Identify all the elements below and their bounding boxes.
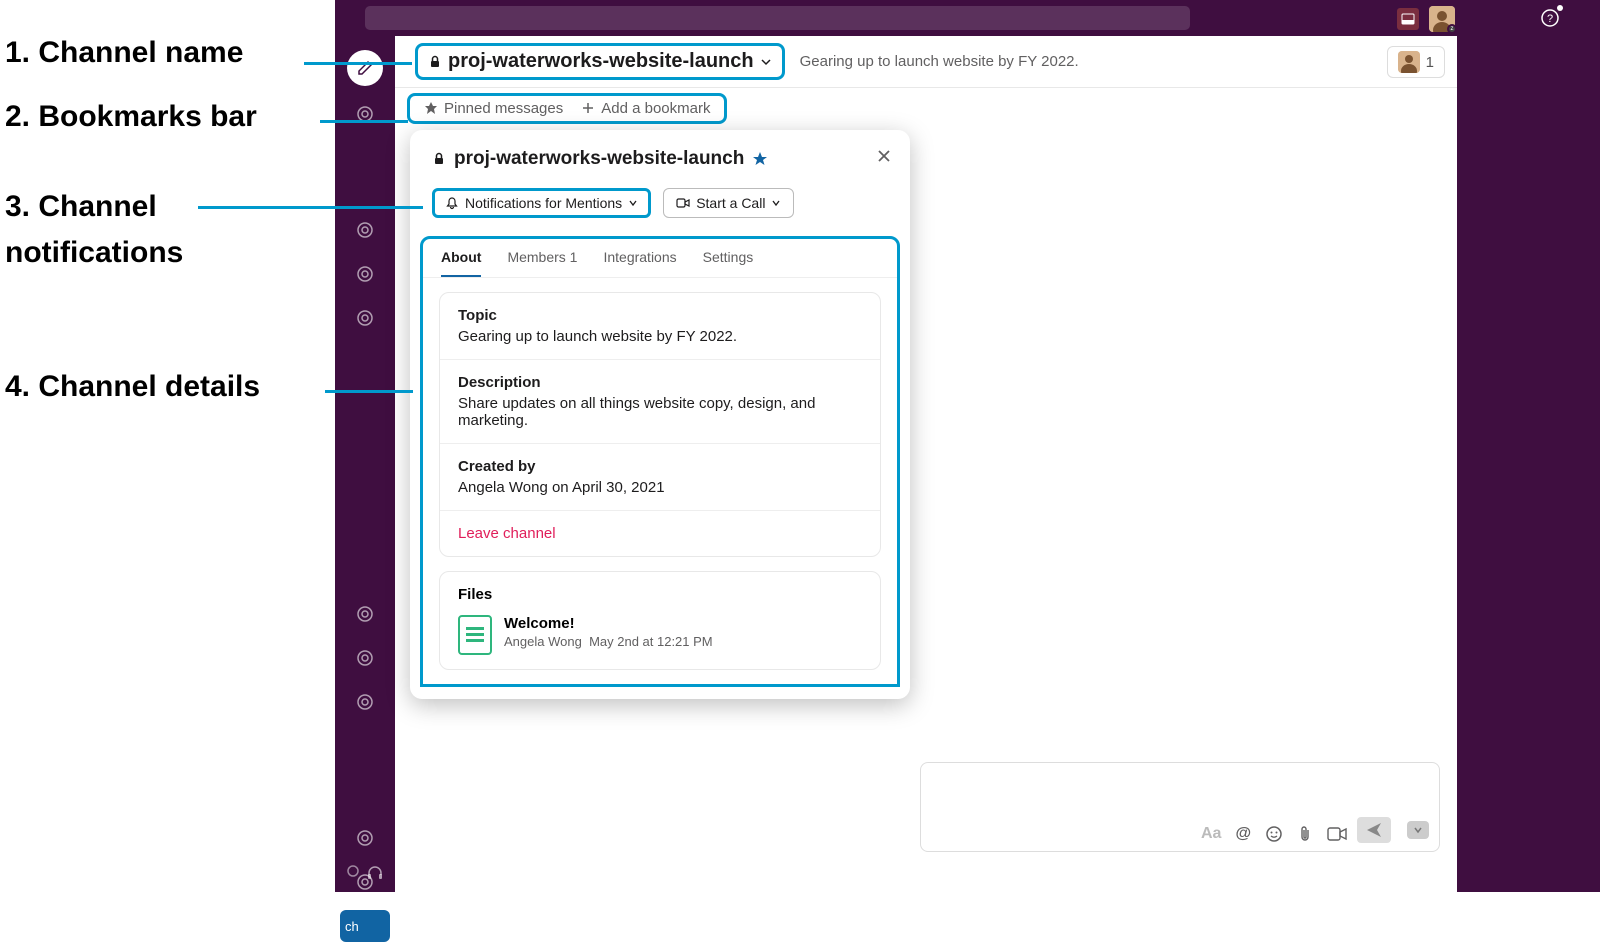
file-item[interactable]: Welcome! Angela Wong May 2nd at 12:21 PM [458, 615, 862, 655]
video-icon[interactable] [1327, 826, 1347, 842]
message-composer[interactable]: Aa @ [920, 762, 1440, 852]
emoji-icon[interactable] [1265, 825, 1283, 843]
lock-icon [428, 55, 442, 69]
bookmarks-highlight: Pinned messages Add a bookmark [407, 93, 727, 124]
member-avatar-icon [1398, 51, 1420, 73]
app-indicator-icon[interactable] [1397, 8, 1419, 30]
notifications-button[interactable]: Notifications for Mentions [432, 188, 651, 218]
tab-integrations[interactable]: Integrations [603, 249, 676, 277]
svg-text:?: ? [1547, 13, 1553, 25]
presence-dot-icon [346, 864, 360, 882]
channel-name-button[interactable]: proj-waterworks-website-launch [415, 43, 785, 80]
video-icon [676, 196, 690, 210]
channel-topic[interactable]: Gearing up to launch website by FY 2022. [800, 53, 1079, 70]
chevron-down-icon [760, 56, 772, 68]
sidebar-nav-icon[interactable] [349, 642, 381, 674]
bookmarks-bar: Pinned messages Add a bookmark [395, 88, 739, 128]
tab-settings[interactable]: Settings [703, 249, 754, 277]
bell-icon [445, 196, 459, 210]
lock-icon [432, 152, 446, 166]
sidebar-nav-icon[interactable] [349, 214, 381, 246]
details-tabs-container: About Members 1 Integrations Settings To… [420, 236, 900, 687]
annotation-3a: 3. Channel [5, 190, 157, 224]
member-count-button[interactable]: 1 [1387, 46, 1445, 78]
compose-button[interactable] [347, 50, 383, 86]
send-icon [1365, 821, 1383, 839]
annotation-2: 2. Bookmarks bar [5, 100, 257, 134]
format-text-icon[interactable]: Aa [1201, 825, 1221, 843]
channel-details-panel: proj-waterworks-website-launch Notificat… [410, 130, 910, 699]
about-card: Topic Gearing up to launch website by FY… [439, 292, 881, 557]
search-input[interactable] [365, 6, 1190, 30]
topic-section[interactable]: Topic Gearing up to launch website by FY… [440, 293, 880, 360]
tab-members[interactable]: Members 1 [507, 249, 577, 277]
send-button[interactable] [1357, 817, 1391, 843]
channel-name-text: proj-waterworks-website-launch [448, 50, 754, 73]
help-icon[interactable]: ? [1540, 8, 1560, 28]
sidebar-nav-icon[interactable] [349, 822, 381, 854]
file-title: Welcome! [504, 615, 713, 632]
sidebar-nav-icon[interactable] [349, 258, 381, 290]
leave-channel-button[interactable]: Leave channel [440, 511, 880, 556]
chevron-down-icon [628, 198, 638, 208]
star-icon[interactable] [752, 151, 768, 167]
attach-icon[interactable] [1297, 825, 1313, 843]
tab-about[interactable]: About [441, 249, 481, 277]
start-call-button[interactable]: Start a Call [663, 188, 794, 218]
sidebar-nav-icon[interactable] [349, 686, 381, 718]
close-icon [876, 148, 892, 164]
sidebar-channel-active[interactable]: ch [340, 910, 390, 942]
sidebar-nav-icon[interactable] [349, 598, 381, 630]
app-top-bar: ? z [335, 0, 1600, 36]
right-panel-strip [1457, 0, 1600, 892]
files-card: Files Welcome! Angela Wong May 2nd at 12… [439, 571, 881, 670]
chevron-down-icon [1413, 825, 1423, 835]
user-avatar[interactable]: z [1429, 6, 1455, 32]
plus-icon [581, 101, 595, 115]
workspace-sidebar: ch [335, 36, 395, 892]
mention-icon[interactable]: @ [1235, 825, 1251, 843]
close-button[interactable] [876, 148, 892, 164]
member-count: 1 [1426, 54, 1434, 71]
channel-header: proj-waterworks-website-launch Gearing u… [395, 36, 1457, 88]
created-by-section: Created by Angela Wong on April 30, 2021 [440, 444, 880, 511]
files-heading: Files [458, 586, 862, 603]
annotation-4: 4. Channel details [5, 370, 260, 404]
file-doc-icon [458, 615, 492, 655]
annotation-3b: notifications [5, 236, 183, 270]
sidebar-nav-icon[interactable] [349, 98, 381, 130]
annotation-1: 1. Channel name [5, 36, 243, 70]
send-options-button[interactable] [1407, 821, 1429, 839]
pin-icon [424, 101, 438, 115]
chevron-down-icon [771, 198, 781, 208]
add-bookmark-button[interactable]: Add a bookmark [581, 100, 710, 117]
huddle-headphones-icon[interactable] [366, 864, 384, 882]
description-section[interactable]: Description Share updates on all things … [440, 360, 880, 444]
pinned-messages-button[interactable]: Pinned messages [424, 100, 563, 117]
details-title: proj-waterworks-website-launch [432, 148, 888, 170]
file-meta: Angela Wong May 2nd at 12:21 PM [504, 634, 713, 649]
sidebar-nav-icon[interactable] [349, 302, 381, 334]
presence-indicator-icon: z [1447, 24, 1457, 34]
